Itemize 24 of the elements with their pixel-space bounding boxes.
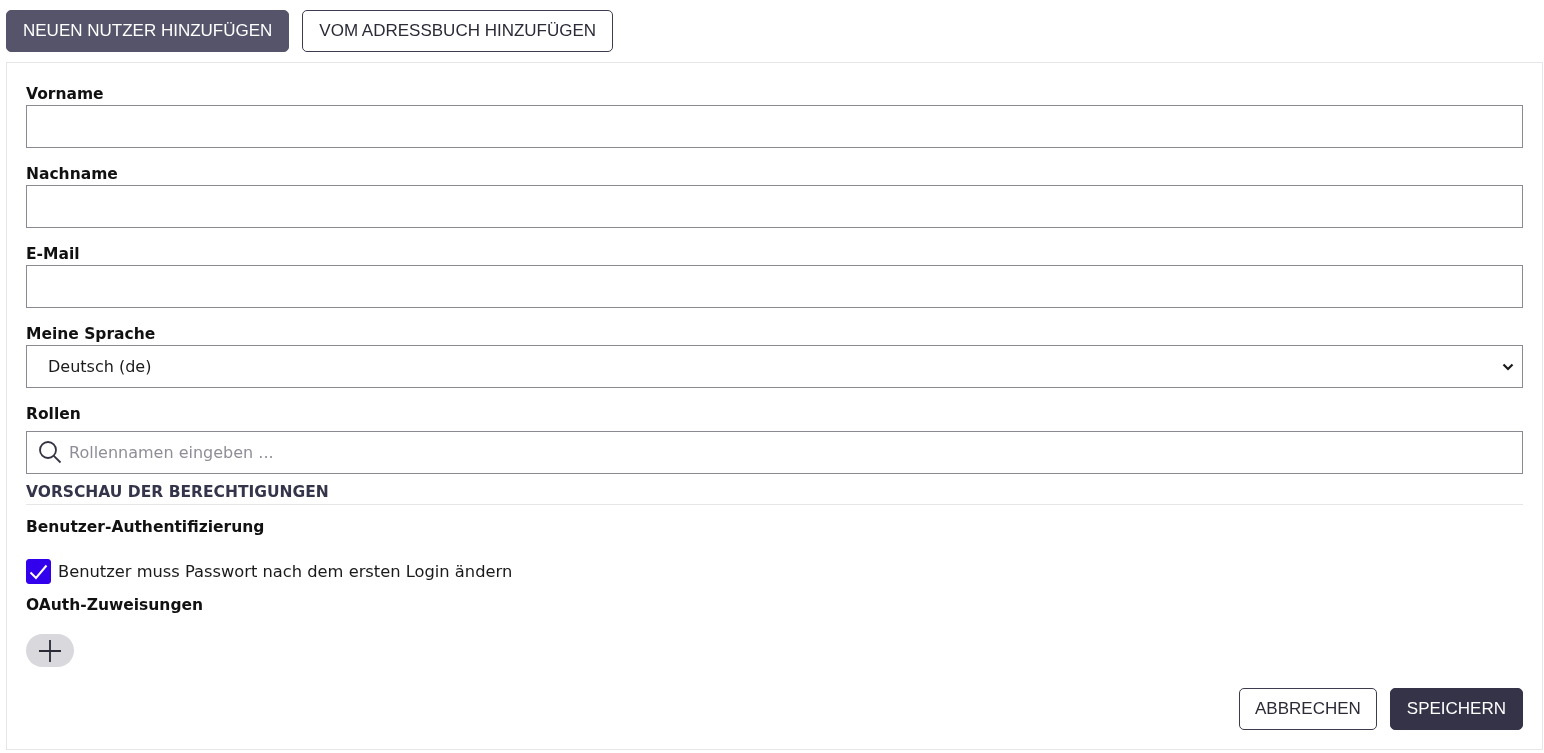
checkbox-label: Benutzer muss Passwort nach dem ersten Login ändern (58, 562, 513, 581)
cancel-button[interactable]: ABBRECHEN (1239, 688, 1377, 730)
section-title: OAuth-Zuweisungen (26, 595, 205, 616)
tab[interactable]: VOM ADRESSBUCH HINZUFÜGEN (302, 10, 614, 52)
field-label: Vorname (26, 84, 105, 105)
save-button[interactable]: SPEICHERN (1389, 688, 1523, 730)
field-label: Nachname (26, 164, 119, 185)
search-icon (38, 440, 62, 464)
field-label: Meine Sprache (26, 324, 157, 345)
text-field[interactable] (26, 265, 1523, 308)
field-label: E-Mail (26, 244, 81, 265)
plus-icon (39, 639, 61, 662)
text-field[interactable] (26, 105, 1523, 148)
add-button[interactable] (26, 634, 74, 667)
section-heading: VORSCHAU DER BERECHTIGUNGEN (26, 481, 1523, 505)
section-title: Benutzer-Authentifizierung (26, 517, 266, 538)
chevron-down-icon (1502, 362, 1514, 371)
text-field[interactable] (26, 185, 1523, 228)
tab[interactable]: NEUEN NUTZER HINZUFÜGEN (6, 10, 290, 52)
field-label: Rollen (26, 404, 82, 425)
search-field[interactable]: Rollennamen eingeben ... (26, 431, 1523, 474)
language-select[interactable]: Deutsch (de) (26, 345, 1523, 388)
checkmark-icon (29, 563, 48, 580)
checkbox[interactable] (26, 559, 51, 584)
